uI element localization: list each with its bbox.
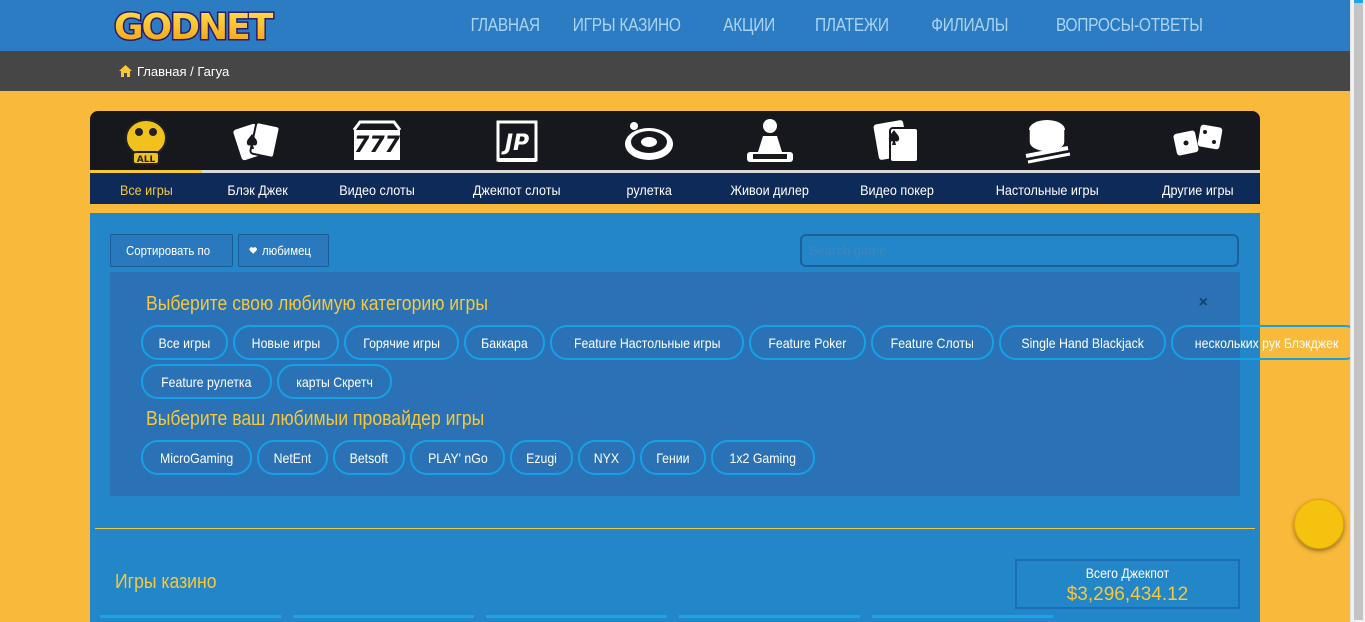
filter-box: × Выберите свою любимую категорию игры В… xyxy=(110,272,1362,496)
game-thumbnail[interactable] xyxy=(293,615,474,622)
casino-games-title: Игры казино xyxy=(115,571,217,593)
game-thumbnail[interactable] xyxy=(486,615,667,622)
nav-payments[interactable]: ПЛАТЕЖИ xyxy=(815,15,889,36)
nav-menu: ГЛАВНАЯ ИГРЫ КАЗИНО АКЦИИ ПЛАТЕЖИ ФИЛИАЛ… xyxy=(465,0,1215,51)
sort-label: Сортировать по xyxy=(126,243,211,258)
category-chip[interactable]: Feature Слоты xyxy=(870,325,994,360)
section-divider xyxy=(95,528,1255,529)
slot-777-icon: 777 xyxy=(352,120,402,160)
provider-chip[interactable]: 1x2 Gaming xyxy=(711,440,815,475)
category-label: Другие игры xyxy=(1162,182,1234,198)
category-video-poker[interactable]: Видео покер xyxy=(836,111,958,204)
category-all-games[interactable]: ALL Все игры xyxy=(90,111,202,204)
games-panel: Сортировать по любимец Search game × Выб… xyxy=(90,213,1362,622)
live-dealer-icon xyxy=(747,119,793,162)
provider-chip[interactable]: PLAY' nGo xyxy=(409,440,506,475)
nav-faq[interactable]: ВОПРОСЫ-ОТВЕТЫ xyxy=(1056,15,1203,36)
jackpot-label: Всего Джекпот xyxy=(1085,565,1170,581)
provider-chip[interactable]: MicroGaming xyxy=(141,440,253,475)
favorite-label: любимец xyxy=(262,243,312,258)
jackpot-jp-icon: JP xyxy=(496,120,538,162)
category-chip[interactable]: Новые игры xyxy=(232,325,339,360)
heart-icon xyxy=(249,247,257,254)
provider-chip[interactable]: Betsoft xyxy=(333,440,405,475)
nav-casino-games[interactable]: ИГРЫ КАЗИНО xyxy=(572,15,680,36)
category-chip[interactable]: Все игры xyxy=(141,325,228,360)
search-placeholder: Search game xyxy=(809,243,887,258)
category-label: Все игры xyxy=(119,182,173,198)
category-bar: ALL Все игры Блэк Джек 777 Видео слоты J… xyxy=(90,111,1260,204)
category-chip[interactable]: Single Hand Blackjack xyxy=(998,325,1166,360)
category-chip[interactable]: Баккара xyxy=(463,325,545,360)
close-icon[interactable]: × xyxy=(1199,294,1208,312)
provider-chip[interactable]: NetEnt xyxy=(257,440,329,475)
category-blackjack[interactable]: Блэк Джек xyxy=(202,111,314,204)
sort-button[interactable]: Сортировать по xyxy=(110,234,233,267)
category-chip[interactable]: нескольких рук Блэкджек xyxy=(1170,325,1362,360)
provider-chip[interactable]: NYX xyxy=(578,440,636,475)
provider-filter-title: Выберите ваш любимыи провайдер игры xyxy=(146,408,485,430)
godnet-logo[interactable]: GODNET xyxy=(112,6,278,46)
svg-text:ALL: ALL xyxy=(137,155,156,165)
search-input[interactable]: Search game xyxy=(800,234,1239,267)
category-table-games[interactable]: Настольные игры xyxy=(958,111,1136,204)
provider-chip[interactable]: Гении xyxy=(640,440,707,475)
jackpot-box: Всего Джекпот $3,296,434.12 xyxy=(1015,559,1240,609)
nav-affiliates[interactable]: ФИЛИАЛЫ xyxy=(931,15,1008,36)
category-label: Джекпот слоты xyxy=(473,182,561,198)
category-label: Живои дилер xyxy=(730,182,810,198)
category-live-dealer[interactable]: Живои дилер xyxy=(704,111,836,204)
category-chip[interactable]: Горячие игры xyxy=(343,325,459,360)
category-chips-row-2: Feature рулетка карты Скретч xyxy=(141,364,392,399)
breadcrumb: Главная / Гагуа xyxy=(119,64,229,79)
jackpot-value: $3,296,434.12 xyxy=(1066,584,1189,605)
top-navigation: GODNET ГЛАВНАЯ ИГРЫ КАЗИНО АКЦИИ ПЛАТЕЖИ… xyxy=(0,0,1350,51)
favorite-button[interactable]: любимец xyxy=(238,234,329,267)
category-chip[interactable]: карты Скретч xyxy=(276,364,392,399)
provider-chip[interactable]: Ezugi xyxy=(510,440,574,475)
breadcrumb-text[interactable]: Главная / Гагуа xyxy=(137,64,229,79)
scrollbar-thumb[interactable] xyxy=(1354,0,1363,620)
svg-text:777: 777 xyxy=(354,133,401,158)
vertical-scrollbar[interactable] xyxy=(1350,0,1365,622)
game-thumbnails xyxy=(100,615,1053,622)
category-video-slots[interactable]: 777 Видео слоты xyxy=(314,111,440,204)
category-label: Видео покер xyxy=(860,182,934,198)
provider-chips-row: MicroGaming NetEnt Betsoft PLAY' nGo Ezu… xyxy=(141,440,815,475)
dice-icon xyxy=(1173,124,1223,156)
category-label: рулетка xyxy=(626,182,672,198)
category-jackpot-slots[interactable]: JP Джекпот слоты xyxy=(440,111,594,204)
game-thumbnail[interactable] xyxy=(100,615,281,622)
video-poker-icon xyxy=(873,120,919,163)
game-thumbnail[interactable] xyxy=(872,615,1053,622)
roulette-icon xyxy=(625,122,673,160)
table-games-icon xyxy=(1025,120,1071,164)
category-label: Видео слоты xyxy=(339,182,415,198)
category-label: Блэк Джек xyxy=(227,182,289,198)
breadcrumb-bar: Главная / Гагуа xyxy=(0,51,1350,91)
category-chips-row-1: Все игры Новые игры Горячие игры Баккара… xyxy=(141,325,1362,360)
svg-text:JP: JP xyxy=(501,131,529,156)
cards-icon xyxy=(233,121,281,161)
nav-promotions[interactable]: АКЦИИ xyxy=(723,15,775,36)
category-chip[interactable]: Feature рулетка xyxy=(141,364,272,399)
category-chip[interactable]: Feature Poker xyxy=(749,325,866,360)
game-thumbnail[interactable] xyxy=(679,615,860,622)
category-other-games[interactable]: Другие игры xyxy=(1136,111,1260,204)
nav-home[interactable]: ГЛАВНАЯ xyxy=(471,15,540,36)
category-roulette[interactable]: рулетка xyxy=(594,111,704,204)
home-icon[interactable] xyxy=(119,65,132,77)
category-label: Настольные игры xyxy=(995,182,1099,198)
chat-bubble-button[interactable] xyxy=(1294,499,1344,549)
category-filter-title: Выберите свою любимую категорию игры xyxy=(146,293,488,315)
all-games-icon: ALL xyxy=(125,119,167,165)
category-chip[interactable]: Feature Настольные игры xyxy=(549,325,745,360)
logo-text: GODNET xyxy=(114,7,274,46)
